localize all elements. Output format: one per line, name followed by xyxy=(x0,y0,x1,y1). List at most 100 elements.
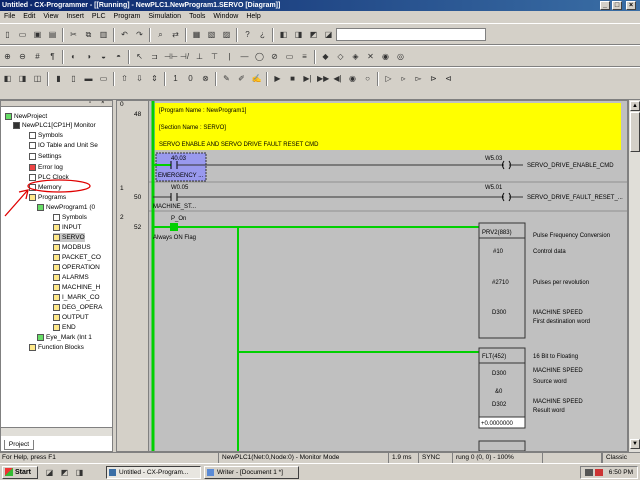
online-a-icon[interactable]: ◆ xyxy=(319,50,332,63)
paste-icon[interactable]: ▥ xyxy=(97,28,110,41)
menu-file[interactable]: File xyxy=(0,11,19,23)
online-b-icon[interactable]: ◇ xyxy=(334,50,347,63)
run-mode-icon[interactable]: ▭ xyxy=(97,72,110,85)
pt-icon[interactable]: ≡ xyxy=(298,50,311,63)
tree-close-icon[interactable]: × xyxy=(101,101,105,106)
menu-window[interactable]: Window xyxy=(209,11,242,23)
scroll-down-icon[interactable]: ▼ xyxy=(630,439,640,449)
tool-b-icon[interactable]: ◨ xyxy=(292,28,305,41)
help-icon[interactable]: ? xyxy=(241,28,254,41)
sim-d-icon[interactable]: ⊳ xyxy=(427,72,440,85)
contact-nc-icon[interactable]: ⊣/ xyxy=(178,50,191,63)
monitor-icon[interactable]: ◫ xyxy=(31,72,44,85)
quick-launch-b-icon[interactable]: ◩ xyxy=(58,466,71,479)
tree-item-section-machine[interactable]: MACHINE_H xyxy=(53,283,100,292)
step-out-icon[interactable]: ◀| xyxy=(331,72,344,85)
tree-item-section-imark[interactable]: I_MARK_CO xyxy=(53,293,100,302)
ladder-vscroll[interactable]: ▲ ▼ xyxy=(628,100,640,452)
menu-plc[interactable]: PLC xyxy=(88,11,110,23)
zoom-in-icon[interactable]: ⊕ xyxy=(1,50,14,63)
online-edit-cancel-icon[interactable]: ✐ xyxy=(235,72,248,85)
online-d-icon[interactable]: ✕ xyxy=(364,50,377,63)
tree-item-settings[interactable]: Settings xyxy=(29,152,62,161)
print-icon[interactable]: ▤ xyxy=(46,28,59,41)
tree-item-section-packet[interactable]: PACKET_CO xyxy=(53,253,101,262)
network-icon[interactable] xyxy=(585,469,593,476)
monitor-c-icon[interactable]: ◒ xyxy=(97,50,110,63)
play-icon[interactable]: ▶ xyxy=(271,72,284,85)
step-icon[interactable]: ▶| xyxy=(301,72,314,85)
project-window-icon[interactable]: ▦ xyxy=(190,28,203,41)
pause-icon[interactable]: ■ xyxy=(286,72,299,85)
online-e-icon[interactable]: ◉ xyxy=(379,50,392,63)
tree-item-io-table[interactable]: IO Table and Unit Se xyxy=(29,141,98,150)
contact-ornc-icon[interactable]: ⊤ xyxy=(208,50,221,63)
tree-item-section-operation[interactable]: OPERATION xyxy=(53,263,100,272)
online-f-icon[interactable]: ◎ xyxy=(394,50,407,63)
monitor-mode-icon[interactable]: ▬ xyxy=(82,72,95,85)
menu-simulation[interactable]: Simulation xyxy=(144,11,185,23)
sim-e-icon[interactable]: ⊲ xyxy=(442,72,455,85)
clear-breakpoints-icon[interactable]: ○ xyxy=(361,72,374,85)
sim-a-icon[interactable]: ▷ xyxy=(382,72,395,85)
comment-icon[interactable]: ¶ xyxy=(46,50,59,63)
tree-item-section-output[interactable]: OUTPUT xyxy=(53,313,89,322)
compare-icon[interactable]: ⇕ xyxy=(148,72,161,85)
replace-icon[interactable]: ⇄ xyxy=(169,28,182,41)
debug-mode-icon[interactable]: ▯ xyxy=(67,72,80,85)
tree-item-section-alarms[interactable]: ALARMS xyxy=(53,273,89,282)
transfer-from-plc-icon[interactable]: ⇩ xyxy=(133,72,146,85)
menu-help[interactable]: Help xyxy=(242,11,264,23)
menu-program[interactable]: Program xyxy=(110,11,145,23)
work-online-icon[interactable]: ◧ xyxy=(1,72,14,85)
watch-window-icon[interactable]: ▨ xyxy=(220,28,233,41)
force-off-icon[interactable]: 0 xyxy=(184,72,197,85)
breakpoint-icon[interactable]: ◉ xyxy=(346,72,359,85)
context-help-icon[interactable]: ¿ xyxy=(256,28,269,41)
maximize-button[interactable]: □ xyxy=(612,1,622,10)
tree-item-plc[interactable]: NewPLC1[CP1H] Monitor xyxy=(13,121,96,130)
sim-b-icon[interactable]: ▹ xyxy=(397,72,410,85)
online-edit-send-icon[interactable]: ✍ xyxy=(250,72,263,85)
monitor-b-icon[interactable]: ◑ xyxy=(82,50,95,63)
output-window-icon[interactable]: ▧ xyxy=(205,28,218,41)
security-icon[interactable] xyxy=(595,469,603,476)
contact-or-icon[interactable]: ⊥ xyxy=(193,50,206,63)
tree-item-function-blocks[interactable]: Function Blocks xyxy=(29,343,84,352)
cancel-force-icon[interactable]: ⊗ xyxy=(199,72,212,85)
transfer-to-plc-icon[interactable]: ⇧ xyxy=(118,72,131,85)
coil-nc-icon[interactable]: ⊘ xyxy=(268,50,281,63)
instruction-icon[interactable]: ▭ xyxy=(283,50,296,63)
tab-project[interactable]: Project xyxy=(4,440,34,450)
menu-edit[interactable]: Edit xyxy=(19,11,39,23)
tree-item-section-end[interactable]: END xyxy=(53,323,76,332)
cut-icon[interactable]: ✂ xyxy=(67,28,80,41)
close-button[interactable]: × xyxy=(626,1,636,10)
quick-launch-c-icon[interactable]: ◨ xyxy=(73,466,86,479)
auto-online-icon[interactable]: ◨ xyxy=(16,72,29,85)
start-button[interactable]: Start xyxy=(2,466,38,479)
monitor-d-icon[interactable]: ◓ xyxy=(112,50,125,63)
instruction-flt[interactable] xyxy=(478,347,526,429)
task-cx-programmer[interactable]: Untitled - CX-Program... xyxy=(106,466,201,479)
tree-hscroll[interactable] xyxy=(1,427,112,436)
step-in-icon[interactable]: ▶▶ xyxy=(316,72,329,85)
tree-item-section-deg[interactable]: DEG_OPERA xyxy=(53,303,102,312)
tool-c-icon[interactable]: ◩ xyxy=(307,28,320,41)
instruction-next[interactable] xyxy=(478,440,526,451)
tree-item-eye-mark[interactable]: Eye_Mark (Int 1 xyxy=(37,333,92,342)
clock[interactable]: 6:50 PM xyxy=(609,469,633,476)
undo-icon[interactable]: ↶ xyxy=(118,28,131,41)
vertical-line-icon[interactable]: | xyxy=(223,50,236,63)
task-writer[interactable]: Writer - [Document 1 *] xyxy=(204,466,299,479)
quick-launch-a-icon[interactable]: ◪ xyxy=(43,466,56,479)
horizontal-line-icon[interactable]: — xyxy=(238,50,251,63)
scroll-thumb[interactable] xyxy=(630,112,640,152)
contact-no-icon[interactable]: ⊣⊢ xyxy=(163,50,178,63)
toolbar-combo[interactable] xyxy=(336,28,486,41)
redo-icon[interactable]: ↷ xyxy=(133,28,146,41)
new-rung-icon[interactable]: ⊐ xyxy=(148,50,161,63)
minimize-button[interactable]: _ xyxy=(600,1,610,10)
force-on-icon[interactable]: 1 xyxy=(169,72,182,85)
online-edit-icon[interactable]: ✎ xyxy=(220,72,233,85)
